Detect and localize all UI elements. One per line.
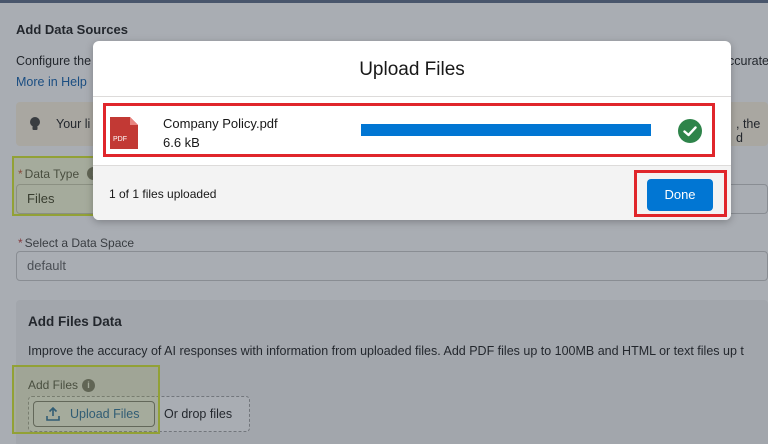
modal-title: Upload Files bbox=[359, 59, 465, 80]
file-size: 6.6 kB bbox=[163, 135, 200, 150]
upload-status-text: 1 of 1 files uploaded bbox=[109, 187, 217, 201]
pdf-file-icon: PDF bbox=[110, 117, 138, 149]
uploaded-file-row: PDF Company Policy.pdf 6.6 kB bbox=[103, 103, 715, 157]
success-check-icon bbox=[678, 119, 702, 143]
done-button[interactable]: Done bbox=[647, 179, 713, 211]
done-button-highlight: Done bbox=[634, 170, 727, 217]
modal-body: PDF Company Policy.pdf 6.6 kB bbox=[93, 97, 731, 165]
file-name: Company Policy.pdf bbox=[163, 116, 278, 131]
upload-progress-bar bbox=[361, 124, 651, 136]
pdf-icon-label: PDF bbox=[113, 136, 127, 143]
modal-header: Upload Files bbox=[93, 41, 731, 97]
upload-progress-fill bbox=[361, 124, 651, 136]
upload-files-modal: Upload Files PDF Company Policy.pdf 6.6 … bbox=[93, 41, 731, 220]
modal-footer: 1 of 1 files uploaded Done bbox=[93, 165, 731, 220]
